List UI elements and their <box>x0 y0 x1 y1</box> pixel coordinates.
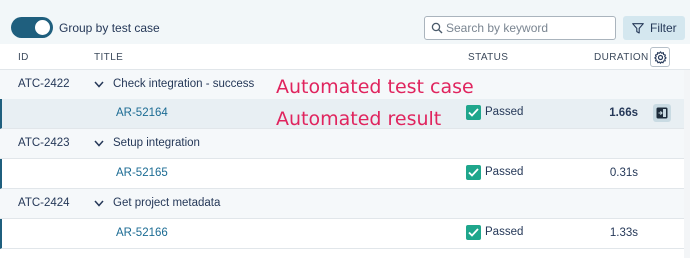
result-row[interactable]: AR-52165 Passed 0.31s <box>0 159 690 189</box>
check-icon <box>466 165 481 180</box>
result-id-link[interactable]: AR-52166 <box>116 227 168 239</box>
test-case-row[interactable]: ATC-2423 Setup integration <box>0 129 690 159</box>
column-id[interactable]: ID <box>18 52 29 63</box>
test-case-title: Check integration - success <box>113 78 255 90</box>
status-text: Passed <box>485 106 524 118</box>
status-text: Passed <box>485 226 524 238</box>
column-status[interactable]: STATUS <box>468 52 508 63</box>
chevron-down-icon[interactable] <box>94 200 104 207</box>
duration: 1.66s <box>609 107 638 119</box>
result-row[interactable]: AR-52166 Passed 1.33s <box>0 219 690 249</box>
check-icon <box>466 225 481 240</box>
toolbar: Group by test case Filter <box>0 0 690 44</box>
test-case-id: ATC-2424 <box>18 197 70 209</box>
test-case-row[interactable]: ATC-2424 Get project metadata <box>0 189 690 219</box>
group-by-label: Group by test case <box>59 21 160 35</box>
test-case-title: Get project metadata <box>113 197 221 209</box>
search-box[interactable] <box>424 16 616 40</box>
gear-icon <box>654 51 667 64</box>
open-panel-icon <box>656 107 668 119</box>
filter-button[interactable]: Filter <box>623 16 685 40</box>
annotation-test-case: Automated test case <box>276 76 474 98</box>
result-id-link[interactable]: AR-52164 <box>116 107 168 119</box>
table-header: ID TITLE STATUS DURATION <box>0 44 690 70</box>
search-input[interactable] <box>446 18 612 38</box>
duration: 0.31s <box>609 167 638 179</box>
group-by-toggle[interactable] <box>11 17 53 38</box>
test-case-id: ATC-2422 <box>18 78 70 90</box>
open-result-button[interactable] <box>653 104 671 122</box>
column-title[interactable]: TITLE <box>94 52 123 63</box>
chevron-down-icon[interactable] <box>94 140 104 147</box>
toggle-knob <box>35 20 50 35</box>
annotation-result: Automated result <box>276 108 442 130</box>
chevron-down-icon[interactable] <box>94 81 104 88</box>
column-duration[interactable]: DURATION <box>594 52 649 63</box>
result-id-link[interactable]: AR-52165 <box>116 167 168 179</box>
scrollbar[interactable] <box>684 70 690 258</box>
status-text: Passed <box>485 166 524 178</box>
test-case-id: ATC-2423 <box>18 137 70 149</box>
filter-icon <box>632 23 644 34</box>
test-case-title: Setup integration <box>113 137 200 149</box>
check-icon <box>466 105 481 120</box>
duration: 1.33s <box>609 227 638 239</box>
filter-label: Filter <box>650 21 677 35</box>
column-settings-button[interactable] <box>650 47 670 67</box>
search-icon <box>431 22 443 34</box>
